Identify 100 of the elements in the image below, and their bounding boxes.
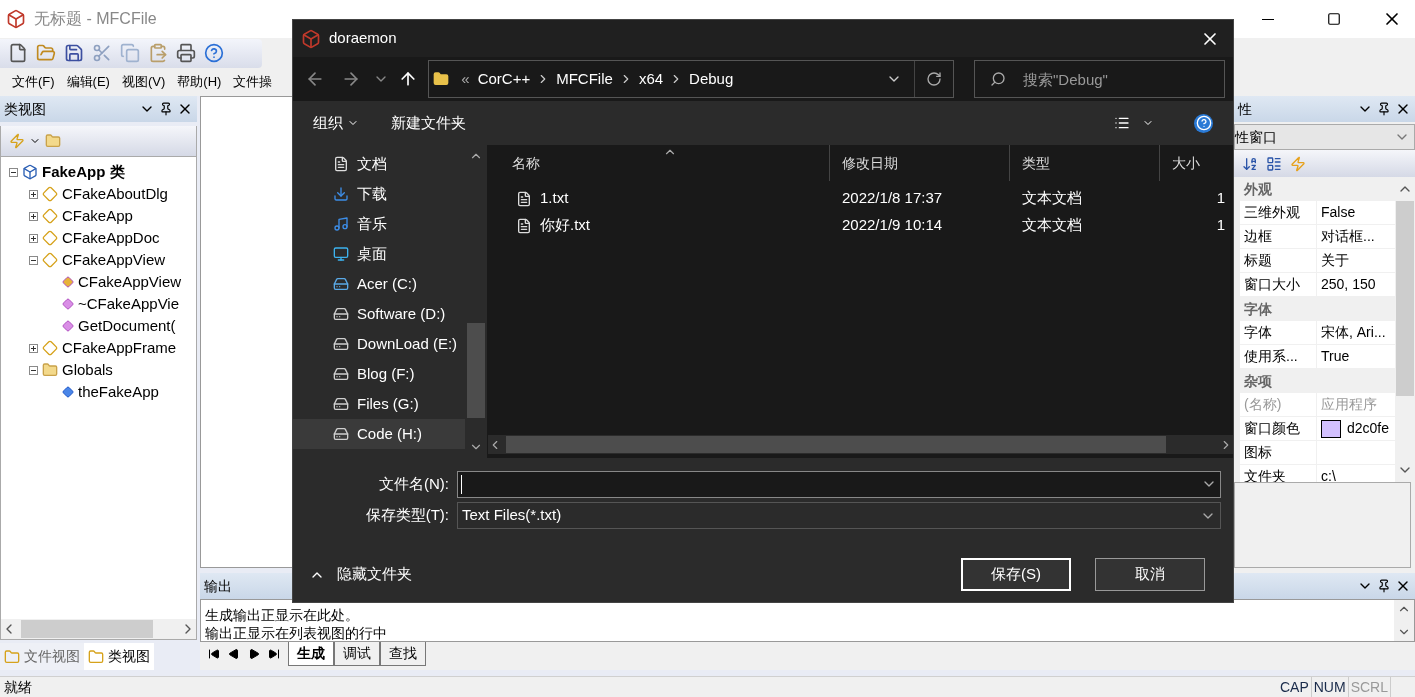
horizontal-scrollbar[interactable]: [1, 619, 196, 639]
drive-icon: [333, 336, 349, 352]
property-value-cell[interactable]: 宋体, Ari...: [1317, 321, 1395, 344]
pane-tab[interactable]: 文件视图: [0, 643, 84, 670]
file-name-field[interactable]: [457, 471, 1221, 498]
property-value-cell[interactable]: 关于: [1317, 249, 1395, 272]
size-cell-text: 1: [1216, 188, 1225, 209]
pane-tab[interactable]: 类视图: [84, 643, 154, 670]
object-combo[interactable]: 性窗口: [1234, 124, 1415, 150]
nav-item[interactable]: Files (G:): [293, 389, 465, 419]
date-cell-text: 2022/1/9 10:14: [841, 215, 944, 236]
output-tab[interactable]: 查找: [380, 642, 426, 666]
nav-item[interactable]: Code (H:): [293, 419, 465, 449]
status-indicator: SCRL: [1348, 676, 1391, 697]
menu-item[interactable]: 帮助(H): [177, 72, 222, 92]
property-value-cell[interactable]: False: [1317, 201, 1395, 224]
search-field[interactable]: 搜索"Debug": [974, 60, 1225, 98]
dialog-button[interactable]: 保存(S): [961, 558, 1071, 591]
property-value: False: [1321, 203, 1356, 222]
column-header[interactable]: 名称: [488, 145, 830, 181]
address-bar[interactable]: « CorC++ MFCFile x64 Debug: [428, 60, 955, 98]
status-indicator: NUM: [1311, 676, 1349, 697]
column-header[interactable]: 大小: [1160, 145, 1233, 181]
tree-item[interactable]: FakeApp 类: [42, 160, 125, 184]
tree-item[interactable]: CFakeAppView: [78, 270, 182, 294]
vertical-scrollbar[interactable]: [1394, 600, 1414, 641]
horizontal-scrollbar[interactable]: [488, 435, 1233, 454]
nav-item[interactable]: 文档: [293, 149, 465, 179]
property-value-cell[interactable]: True: [1317, 345, 1395, 368]
breadcrumb-item[interactable]: MFCFile: [556, 67, 613, 91]
pin-icon: [1377, 102, 1391, 116]
toolbar-button[interactable]: 组织: [313, 111, 359, 135]
nav-item[interactable]: Blog (F:): [293, 359, 465, 389]
monitor-icon: [333, 246, 349, 262]
scrollbar-thumb[interactable]: [467, 323, 485, 418]
tree-item[interactable]: CFakeAboutDlg: [62, 182, 168, 206]
tree-item[interactable]: GetDocument(: [78, 314, 176, 338]
property-category[interactable]: 字体: [1240, 297, 1395, 321]
hide-folders-toggle[interactable]: 隐藏文件夹: [309, 563, 412, 586]
expand-toggle[interactable]: [29, 211, 38, 221]
property-name[interactable]: 边框: [1240, 225, 1317, 248]
nav-item[interactable]: Acer (C:): [293, 269, 465, 299]
type-cell-text: 文本文档: [1021, 215, 1083, 236]
property-name[interactable]: 标题: [1240, 249, 1317, 272]
property-name[interactable]: 窗口颜色: [1240, 417, 1317, 440]
tree-item[interactable]: CFakeAppFrame: [62, 336, 177, 360]
breadcrumb-item[interactable]: Debug: [689, 67, 734, 91]
property-category[interactable]: 杂项: [1240, 369, 1395, 393]
menu-item[interactable]: 编辑(E): [66, 72, 110, 92]
property-value-cell[interactable]: c:\: [1317, 465, 1395, 482]
file-name-cell[interactable]: 你好.txt: [540, 214, 590, 237]
nav-item[interactable]: DownLoad (E:): [293, 329, 465, 359]
property-value-cell[interactable]: d2c0fe: [1317, 417, 1395, 440]
nav-item[interactable]: 下载: [293, 179, 465, 209]
collapse-toggle[interactable]: [9, 167, 18, 177]
output-tab[interactable]: 生成: [288, 642, 334, 666]
breadcrumb-item[interactable]: CorC++: [477, 67, 531, 91]
property-name[interactable]: 使用系...: [1240, 345, 1317, 368]
menu-item[interactable]: 视图(V): [121, 72, 166, 92]
property-value-cell[interactable]: 250, 150: [1317, 273, 1395, 296]
tree-item[interactable]: ~CFakeAppVie: [78, 292, 180, 316]
nav-item[interactable]: 音乐: [293, 209, 465, 239]
breadcrumb-item[interactable]: x64: [638, 67, 664, 91]
output-tab[interactable]: 调试: [334, 642, 380, 666]
dialog-button[interactable]: 取消: [1095, 558, 1205, 591]
menu-item[interactable]: 文件(F): [12, 72, 55, 92]
property-name[interactable]: 字体: [1240, 321, 1317, 344]
view-options-button[interactable]: [1114, 115, 1154, 131]
property-name[interactable]: 图标: [1240, 441, 1317, 464]
collapse-toggle[interactable]: [29, 255, 38, 265]
property-value-cell[interactable]: 对话框...: [1317, 225, 1395, 248]
property-category[interactable]: 外观: [1240, 177, 1395, 201]
variable-icon: [62, 386, 74, 398]
expand-toggle[interactable]: [29, 343, 38, 353]
drive-icon: [333, 396, 349, 412]
column-header[interactable]: 类型: [1010, 145, 1160, 181]
scrollbar-thumb[interactable]: [1396, 201, 1414, 396]
tree-item[interactable]: CFakeApp: [62, 204, 133, 228]
collapse-toggle[interactable]: [29, 365, 38, 375]
expand-toggle[interactable]: [29, 233, 38, 243]
toolbar-button[interactable]: 新建文件夹: [391, 111, 466, 135]
nav-item[interactable]: 桌面: [293, 239, 465, 269]
help-button[interactable]: [1194, 113, 1213, 133]
sort-alpha-icon: [1242, 155, 1258, 172]
nav-item[interactable]: Software (D:): [293, 299, 465, 329]
property-name[interactable]: 三维外观: [1240, 201, 1317, 224]
music-icon: [333, 216, 349, 232]
property-name[interactable]: 窗口大小: [1240, 273, 1317, 296]
column-header[interactable]: 修改日期: [830, 145, 1010, 181]
tree-item[interactable]: CFakeAppDoc: [62, 226, 160, 250]
tree-item[interactable]: CFakeAppView: [62, 248, 166, 272]
tree-item[interactable]: theFakeApp: [78, 380, 159, 404]
tree-item[interactable]: Globals: [62, 358, 113, 382]
expand-toggle[interactable]: [29, 189, 38, 199]
menu-item[interactable]: 文件操: [233, 72, 273, 92]
file-name-cell[interactable]: 1.txt: [540, 187, 569, 210]
scrollbar-thumb[interactable]: [21, 620, 153, 638]
breadcrumb-item[interactable]: «: [461, 67, 470, 91]
file-type-select[interactable]: Text Files(*.txt): [457, 502, 1221, 529]
scrollbar-thumb[interactable]: [506, 436, 1166, 453]
